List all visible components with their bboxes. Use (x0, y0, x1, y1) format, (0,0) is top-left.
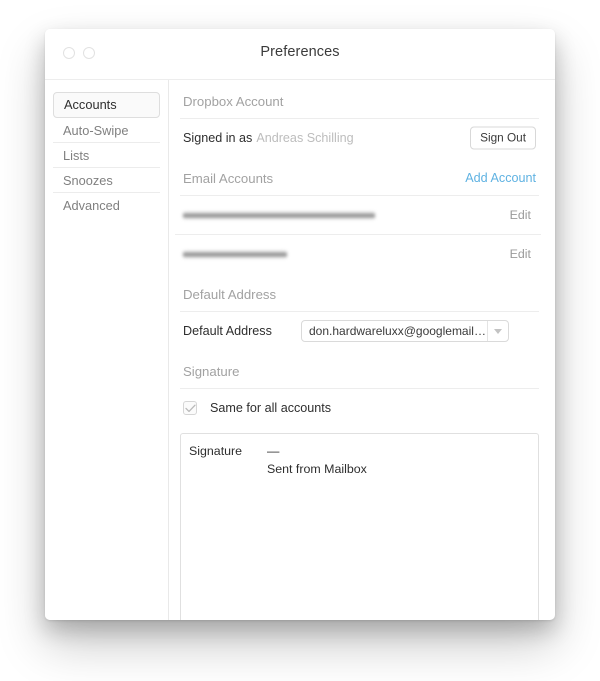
default-address-label: Default Address (183, 324, 272, 338)
sidebar-item-accounts[interactable]: Accounts (53, 92, 160, 118)
signed-in-prefix: Signed in as (183, 131, 253, 145)
section-header-label: Email Accounts (183, 171, 274, 186)
chevron-down-icon (487, 321, 508, 341)
email-address-redacted (183, 249, 287, 259)
signature-field-label: Signature (189, 444, 243, 458)
same-for-all-accounts-row: Same for all accounts (175, 389, 541, 427)
sidebar-item-advanced[interactable]: Advanced (53, 193, 160, 218)
section-header-email-accounts: Email Accounts Add Account (175, 157, 541, 195)
email-address-redacted (183, 210, 375, 220)
sign-out-button[interactable]: Sign Out (470, 126, 536, 150)
window-title: Preferences (260, 44, 340, 60)
sidebar-item-lists[interactable]: Lists (53, 143, 160, 168)
preferences-sidebar: Accounts Auto-Swipe Lists Snoozes Advanc… (45, 80, 169, 620)
same-for-all-accounts-checkbox[interactable] (183, 401, 197, 415)
default-address-select[interactable]: don.hardwareluxx@googlemail.com (301, 320, 509, 342)
email-account-row[interactable]: Edit (175, 196, 541, 235)
sidebar-item-label: Advanced (63, 198, 120, 213)
add-account-link[interactable]: Add Account (465, 171, 536, 185)
sidebar-item-label: Snoozes (63, 173, 113, 188)
dropbox-signed-in-row: Signed in as Andreas Schilling Sign Out (175, 119, 541, 157)
sidebar-item-auto-swipe[interactable]: Auto-Swipe (53, 118, 160, 143)
dropbox-account-name: Andreas Schilling (256, 131, 354, 145)
preferences-content: Dropbox Account Signed in as Andreas Sch… (169, 80, 555, 620)
edit-account-link[interactable]: Edit (510, 208, 531, 222)
default-address-row: Default Address don.hardwareluxx@googlem… (175, 312, 541, 350)
sidebar-item-label: Auto-Swipe (63, 123, 129, 138)
same-for-all-accounts-label: Same for all accounts (210, 401, 332, 415)
sidebar-item-label: Lists (63, 148, 90, 163)
section-header-default-address: Default Address (183, 287, 277, 302)
section-header-signature: Signature (183, 364, 240, 379)
window-titlebar: Preferences (45, 29, 555, 80)
checkmark-icon (184, 404, 196, 412)
signature-value: — Sent from Mailbox (267, 444, 367, 476)
section-header-dropbox-account: Dropbox Account (183, 94, 284, 109)
default-address-value: don.hardwareluxx@googlemail.com (309, 324, 487, 338)
preferences-window: Preferences Accounts Auto-Swipe Lists Sn… (45, 29, 555, 620)
sidebar-item-snoozes[interactable]: Snoozes (53, 168, 160, 193)
signature-textarea[interactable]: Signature — Sent from Mailbox (180, 433, 539, 620)
sidebar-item-label: Accounts (64, 97, 117, 112)
window-body: Accounts Auto-Swipe Lists Snoozes Advanc… (45, 80, 555, 620)
edit-account-link[interactable]: Edit (510, 247, 531, 261)
email-account-row[interactable]: Edit (175, 235, 541, 273)
